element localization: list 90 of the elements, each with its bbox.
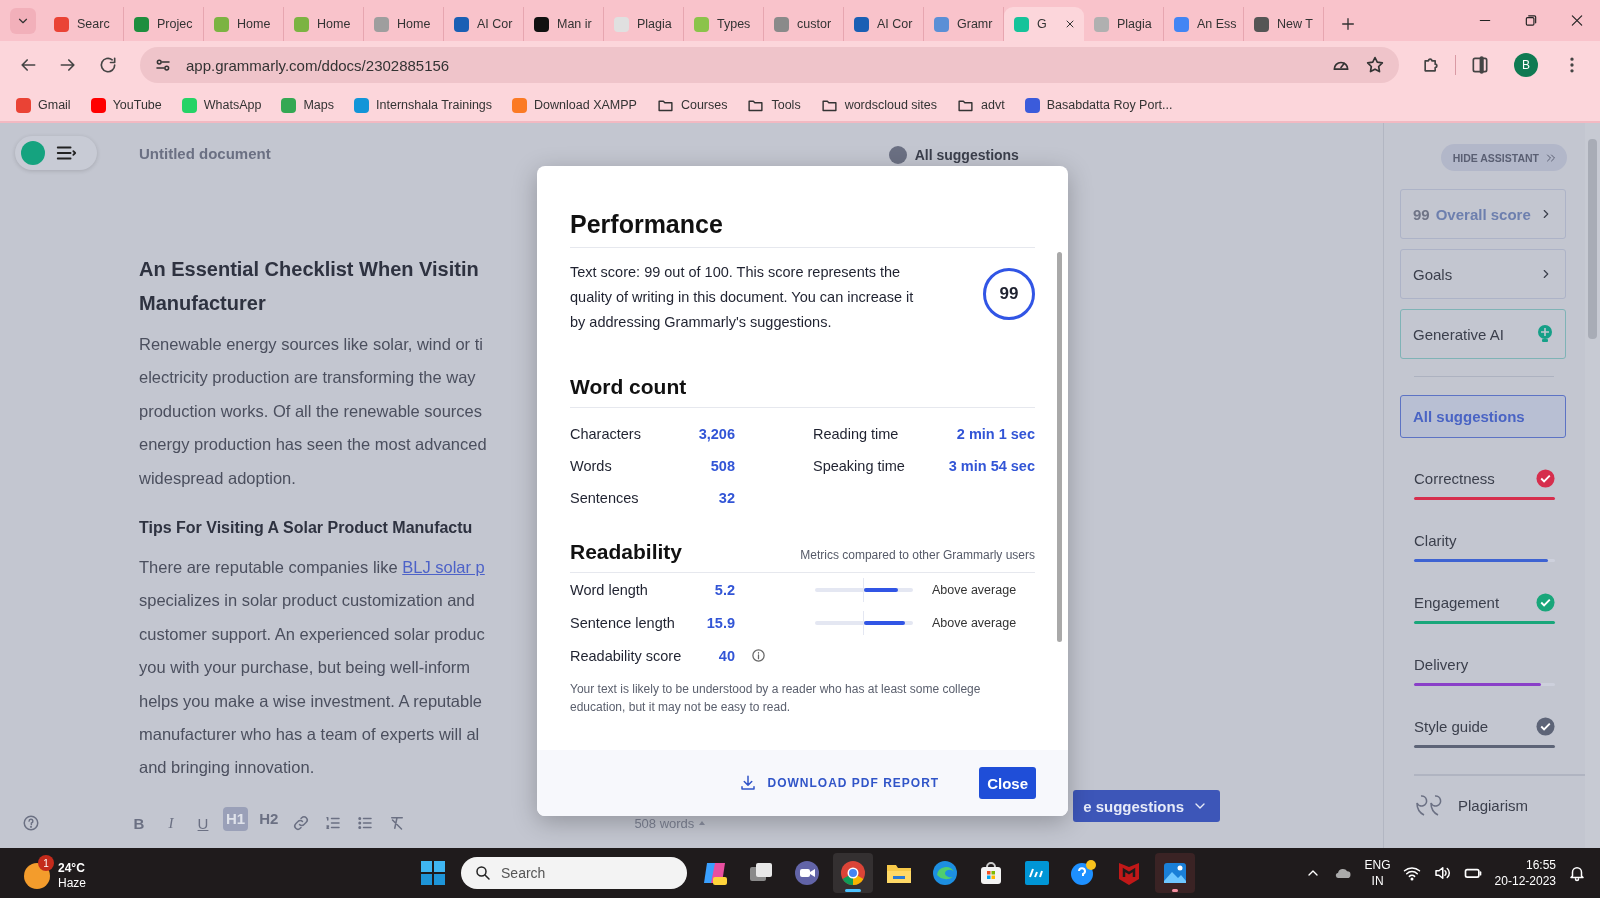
rating-label: Above average xyxy=(932,615,1017,630)
page-scrollbar[interactable] xyxy=(1585,123,1600,848)
score-ring: 99 xyxy=(983,268,1035,320)
site-settings-icon[interactable] xyxy=(154,56,172,74)
weather-widget[interactable]: 1 24°C Haze xyxy=(24,855,86,891)
bookmark[interactable]: Tools xyxy=(747,96,801,114)
start-icon[interactable] xyxy=(421,861,445,885)
language-indicator[interactable]: ENG IN xyxy=(1364,857,1391,889)
category-tab[interactable]: Correctness xyxy=(1414,469,1495,487)
double-chevron-icon xyxy=(1545,151,1557,164)
bookmark[interactable]: WhatsApp xyxy=(181,97,262,113)
stat-value: 2 min 1 sec xyxy=(956,426,1035,442)
bookmark[interactable]: Maps xyxy=(281,97,335,113)
score-label: Overall score xyxy=(1435,205,1531,223)
section-subtitle: Metrics compared to other Grammarly users xyxy=(800,548,1035,562)
category-tab[interactable]: Clarity xyxy=(1414,531,1457,549)
browser-icon[interactable] xyxy=(839,859,867,887)
suggestions-button[interactable]: e suggestions xyxy=(1073,790,1220,822)
bookmark[interactable]: wordscloud sites xyxy=(820,96,938,114)
document-heading: An Essential Checklist When Visitin Manufacturer xyxy=(139,257,479,316)
info-icon[interactable] xyxy=(751,648,766,663)
goals-button[interactable]: Goals xyxy=(1400,249,1566,299)
rating-label: Above average xyxy=(932,582,1017,597)
dialog-title: Performance xyxy=(570,210,1035,248)
weather-condition: Haze xyxy=(58,876,86,891)
stat-label: Readability score xyxy=(570,647,682,664)
suggestions-icon xyxy=(888,146,907,164)
browser-tab[interactable]: G xyxy=(1004,7,1084,41)
bookmark[interactable]: YouTube xyxy=(90,97,162,113)
stat-label: Words xyxy=(570,458,612,474)
menu-pill[interactable] xyxy=(15,136,97,170)
lightbulb-icon xyxy=(1537,325,1553,343)
bell-icon[interactable] xyxy=(1568,864,1586,882)
stat-value: 5.2 xyxy=(714,581,735,598)
section-heading: Word count xyxy=(570,375,1035,408)
stat-label: Sentence length xyxy=(570,614,675,631)
quote-icon xyxy=(1414,794,1444,816)
stat-label: Sentences xyxy=(570,490,639,506)
stat-label: Reading time xyxy=(813,426,899,442)
category-tab[interactable]: Delivery xyxy=(1414,655,1469,673)
search-field[interactable]: Search xyxy=(461,857,687,889)
section-heading: Readability xyxy=(570,540,683,564)
stat-value: 508 xyxy=(710,458,735,474)
new-tab-icon[interactable] xyxy=(1340,16,1356,32)
stat-value: 15.9 xyxy=(706,614,735,631)
reload-icon[interactable] xyxy=(98,55,118,75)
stat-value: 3,206 xyxy=(698,426,735,442)
star-icon[interactable] xyxy=(1365,55,1385,75)
bookmark[interactable]: advt xyxy=(957,96,1005,114)
score-value: 99 xyxy=(1413,205,1430,223)
stat-label: Characters xyxy=(570,426,641,442)
document-heading: Tips For Visiting A Solar Product Manufactu xyxy=(139,518,473,539)
paragraph: Renewable energy sources like solar, wind or ti electricity production are transforming the way production works. Of all the renewable sources energy production has seen the most advanced widespread adoption. xyxy=(139,334,487,489)
address-bar[interactable]: app.grammarly.com/ddocs/2302885156 xyxy=(140,47,1399,83)
stat-label: Speaking time xyxy=(813,458,905,474)
help-icon[interactable] xyxy=(1069,859,1097,887)
search-icon xyxy=(474,864,492,882)
bookmark[interactable]: Download XAMPP xyxy=(512,97,637,113)
scrollbar[interactable] xyxy=(1057,252,1062,642)
wifi-icon[interactable] xyxy=(1402,864,1421,882)
category-tab[interactable]: Style guide xyxy=(1414,717,1489,735)
download-icon xyxy=(739,774,758,792)
bookmark[interactable]: Basabdatta Roy Port... xyxy=(1024,97,1173,113)
category-tab[interactable]: Engagement xyxy=(1414,593,1500,611)
panel-heading: All suggestions xyxy=(914,147,1019,163)
stat-value: 3 min 54 sec xyxy=(948,458,1035,474)
readability-note: Your text is likely to be understood by a reader who has at least some college education, but it may not be easy to read. xyxy=(570,681,982,716)
caret-icon xyxy=(698,819,707,827)
profile-avatar[interactable]: B xyxy=(1514,53,1538,77)
bookmark[interactable]: Internshala Trainings xyxy=(354,97,493,113)
bookmark[interactable]: Courses xyxy=(656,96,728,114)
score-description: Text score: 99 out of 100. This score represents the quality of writing in this document. You can increase it by addressing Grammarly's suggestions. xyxy=(570,263,915,332)
stat-value: 40 xyxy=(718,647,735,664)
temperature: 24°C xyxy=(58,861,86,876)
close-icon[interactable] xyxy=(1064,18,1076,30)
clock[interactable]: 16:55 20-12-2023 xyxy=(1494,857,1556,889)
bookmark[interactable]: Gmail xyxy=(16,97,71,113)
generative-ai-button[interactable]: Generative AI xyxy=(1400,309,1566,359)
extensions-icon[interactable] xyxy=(1421,55,1441,75)
stat-label: Word length xyxy=(570,581,648,598)
video-call-icon[interactable] xyxy=(793,859,821,887)
logo-icon xyxy=(21,141,45,165)
close-button[interactable]: Close xyxy=(979,767,1036,799)
download-report-button[interactable]: DOWNLOAD PDF REPORT xyxy=(733,773,946,793)
notification-badge: 1 xyxy=(38,855,54,871)
plagiarism-button[interactable]: Plagiarism xyxy=(1458,796,1529,814)
side-panel-icon[interactable] xyxy=(1470,55,1490,75)
volume-icon[interactable] xyxy=(1432,864,1451,882)
paragraph: There are reputable companies like BLJ solar p specializes in solar product customization and customer support. An experienced solar produc you with your purchase, but being well-inform helps you make a wise investment. A reputable manufacturer who has a team of experts will al and bringing innovation. xyxy=(139,557,485,779)
stat-value: 32 xyxy=(718,490,735,506)
